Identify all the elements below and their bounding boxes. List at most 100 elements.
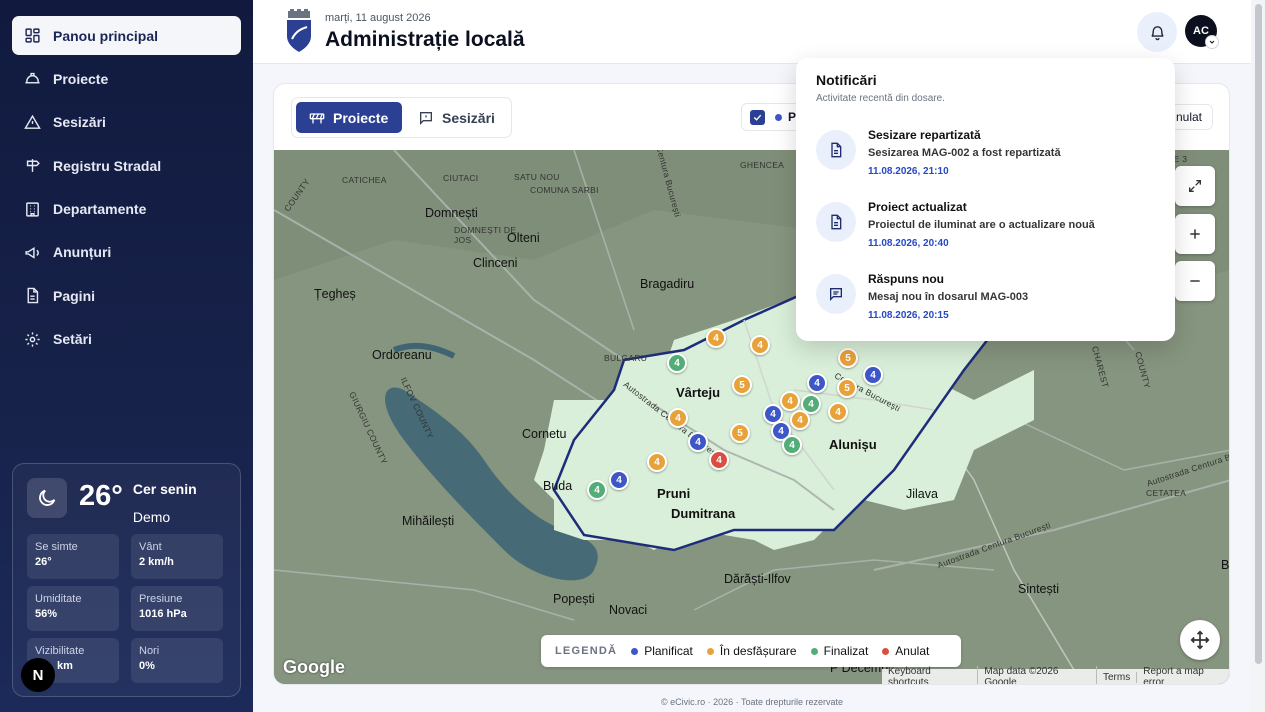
- sidebar-item-label: Registru Stradal: [53, 157, 162, 174]
- map-marker-planned[interactable]: 4: [688, 432, 708, 452]
- map-place-label: Domnești: [425, 206, 478, 220]
- top-header: marți, 11 august 2026 Administrație loca…: [253, 0, 1251, 64]
- terms-link[interactable]: Terms: [1097, 671, 1138, 683]
- weather-temperature: 26°: [79, 480, 123, 512]
- chevron-down-icon[interactable]: [1205, 35, 1219, 49]
- legend-item-planned: Planificat: [631, 644, 693, 658]
- map-marker-planned[interactable]: 4: [807, 373, 827, 393]
- map-marker-completed[interactable]: 4: [587, 480, 607, 500]
- weather-stat-clouds: Nori 0%: [131, 638, 223, 683]
- sidebar-item-street-registry[interactable]: Registru Stradal: [12, 146, 241, 185]
- tab-projects[interactable]: Proiecte: [296, 102, 402, 133]
- map-marker-cancelled[interactable]: 4: [709, 450, 729, 470]
- legend-item-cancelled: Anulat: [882, 644, 929, 658]
- notification-item[interactable]: Proiect actualizat Proiectul de iluminat…: [816, 200, 1156, 260]
- map-marker-in-progress[interactable]: 5: [838, 348, 858, 368]
- legend-item-completed: Finalizat: [810, 644, 868, 658]
- sidebar-item-reports[interactable]: Sesizări: [12, 103, 241, 142]
- sidebar-item-announcements[interactable]: Anunțuri: [12, 233, 241, 272]
- map-small-label: GHENCEA: [740, 160, 785, 170]
- map-place-label: Popești: [553, 592, 595, 606]
- map-small-label: SATU NOU: [514, 172, 560, 182]
- plus-icon: [1190, 229, 1200, 239]
- bell-icon: [1150, 25, 1164, 40]
- weather-stat-feels-like: Se simte 26°: [27, 534, 119, 579]
- legend-item-in-progress: În desfășurare: [706, 644, 797, 658]
- zoom-in-button[interactable]: [1175, 214, 1215, 254]
- map-marker-in-progress[interactable]: 5: [732, 375, 752, 395]
- chat-icon: [816, 274, 856, 314]
- map-small-label: DOMNEȘTI DE JOS: [454, 225, 517, 245]
- map-marker-in-progress[interactable]: 5: [837, 378, 857, 398]
- fullscreen-button[interactable]: [1175, 166, 1215, 206]
- app-badge[interactable]: N: [21, 658, 55, 692]
- document-icon: [816, 202, 856, 242]
- map-marker-completed[interactable]: 4: [782, 435, 802, 455]
- map-place-label: Clinceni: [473, 256, 518, 270]
- move-arrows-icon: [1190, 630, 1210, 650]
- map-marker-planned[interactable]: 4: [863, 365, 883, 385]
- sidebar: Panou principal Proiecte Sesizări Regist…: [0, 0, 253, 712]
- moon-icon: [27, 478, 67, 518]
- map-place-label: Cornetu: [522, 427, 567, 441]
- map-attribution: Keyboard shortcuts Map data ©2026 Google…: [882, 666, 1229, 684]
- hardhat-icon: [25, 73, 40, 84]
- map-place-label: Țegheș: [314, 287, 356, 301]
- expand-icon: [1189, 180, 1201, 192]
- sidebar-item-label: Sesizări: [53, 114, 106, 131]
- sidebar-item-projects[interactable]: Proiecte: [12, 59, 241, 98]
- map-place-label: Novaci: [609, 603, 648, 617]
- map-marker-in-progress[interactable]: 4: [706, 328, 726, 348]
- legend-title: LEGENDĂ: [555, 645, 618, 657]
- map-place-label: Jilava: [906, 487, 938, 501]
- sidebar-item-pages[interactable]: Pagini: [12, 276, 241, 315]
- report-error-link[interactable]: Report a map error: [1137, 666, 1229, 684]
- notification-item[interactable]: Sesizare repartizată Sesizarea MAG-002 a…: [816, 128, 1156, 188]
- keyboard-shortcuts-link[interactable]: Keyboard shortcuts: [882, 666, 979, 684]
- weather-description: Cer senin: [132, 481, 197, 497]
- notification-item[interactable]: Răspuns nou Mesaj nou în dosarul MAG-003…: [816, 272, 1156, 332]
- document-icon: [816, 130, 856, 170]
- map-marker-planned[interactable]: 4: [609, 470, 629, 490]
- notifications-button[interactable]: [1137, 12, 1177, 52]
- map-small-label: BULGARU: [604, 353, 648, 363]
- map-marker-in-progress[interactable]: 4: [790, 410, 810, 430]
- weather-stat-pressure: Presiune 1016 hPa: [131, 586, 223, 631]
- map-place-label: Buda: [543, 479, 573, 493]
- tab-reports[interactable]: Sesizări: [412, 102, 507, 133]
- map-place-label: Sintești: [1018, 582, 1059, 596]
- sidebar-item-dashboard[interactable]: Panou principal: [12, 16, 241, 55]
- scrollbar-thumb[interactable]: [1255, 4, 1262, 664]
- minus-icon: [1190, 280, 1200, 282]
- notifications-title: Notificări: [816, 72, 877, 88]
- weather-stat-wind: Vânt 2 km/h: [131, 534, 223, 579]
- dashboard-icon: [25, 28, 40, 43]
- sidebar-item-departments[interactable]: Departamente: [12, 190, 241, 229]
- sidebar-item-label: Setări: [53, 331, 92, 348]
- map-marker-in-progress[interactable]: 5: [730, 423, 750, 443]
- map-marker-in-progress[interactable]: 4: [828, 402, 848, 422]
- recenter-button[interactable]: [1180, 620, 1220, 660]
- map-small-label: CATICHEA: [342, 175, 387, 185]
- status-dot: [775, 113, 782, 121]
- warning-icon: [24, 114, 41, 129]
- map-small-label: CIUTACI: [443, 173, 479, 183]
- message-alert-icon: [420, 111, 432, 125]
- map-marker-in-progress[interactable]: 4: [780, 391, 800, 411]
- weather-location: Demo: [132, 509, 171, 525]
- map-marker-in-progress[interactable]: 4: [647, 452, 667, 472]
- map-place-label: Dumitrana: [671, 506, 736, 521]
- sidebar-item-settings[interactable]: Setări: [12, 320, 241, 359]
- roadblock-icon: [309, 112, 325, 123]
- map-place-label: Bragadiru: [640, 277, 695, 291]
- weather-stat-humidity: Umiditate 56%: [27, 586, 119, 631]
- map-marker-in-progress[interactable]: 4: [750, 335, 770, 355]
- google-logo[interactable]: Google: [283, 657, 345, 678]
- map-marker-in-progress[interactable]: 4: [668, 408, 688, 428]
- city-crest-logo: [287, 9, 311, 52]
- zoom-out-button[interactable]: [1175, 261, 1215, 301]
- gear-icon: [25, 332, 40, 347]
- map-marker-completed[interactable]: 4: [667, 353, 687, 373]
- sidebar-item-label: Anunțuri: [53, 244, 112, 261]
- checkbox-checked-icon[interactable]: [750, 109, 765, 125]
